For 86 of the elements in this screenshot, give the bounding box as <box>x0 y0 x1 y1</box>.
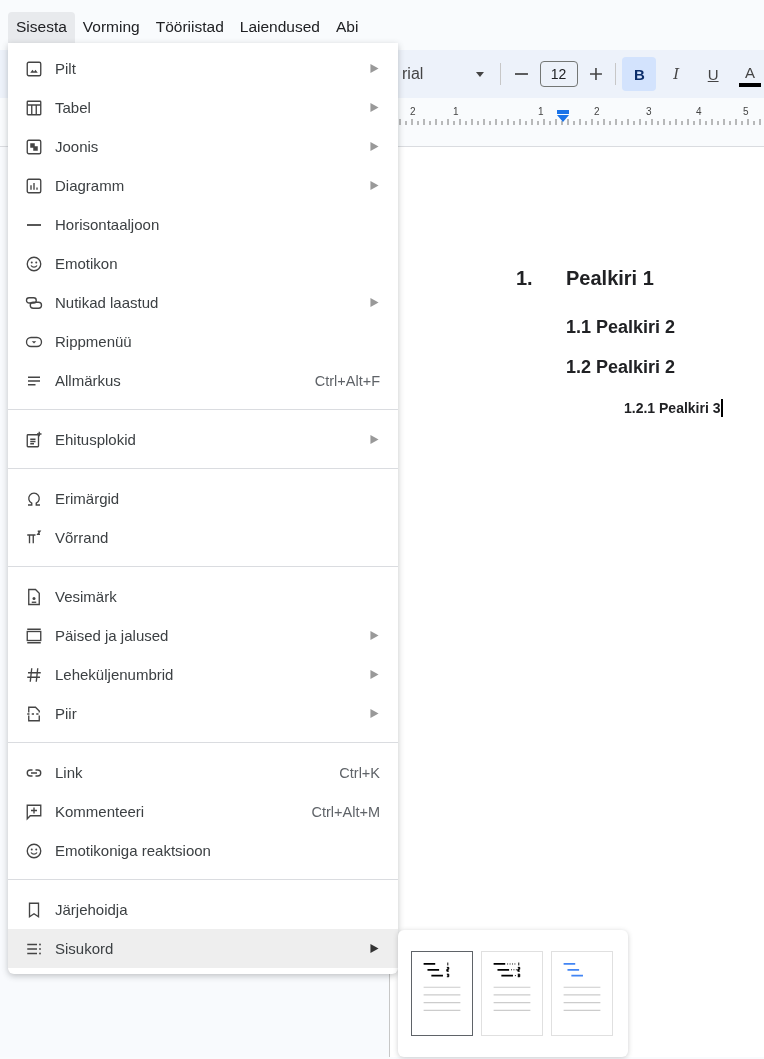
font-size-field[interactable]: 12 <box>539 61 578 87</box>
ruler-number: 1 <box>538 106 544 117</box>
menu-item[interactable]: Võrrand <box>8 518 398 557</box>
menu-item[interactable]: Allmärkus Ctrl+Alt+F <box>8 361 398 400</box>
heading-2: 1.2 Pealkiri 2 <box>566 355 677 379</box>
page-border-icon <box>25 704 43 723</box>
menu-item-label: Rippmenüü <box>55 333 133 350</box>
horizontal-line-icon <box>27 223 41 226</box>
menu-item[interactable]: Horisontaaljoon <box>8 205 398 244</box>
menu-item[interactable]: Ehitusplokid <box>8 420 398 459</box>
heading-3: 1.2.1 Pealkiri 3 <box>624 400 721 416</box>
menu-bar-item[interactable]: Vorming <box>74 12 148 43</box>
menu-item-label: Diagramm <box>55 177 126 194</box>
menu-item-label: Erimärgid <box>55 490 121 507</box>
menu-item-label: Nutikad laastud <box>55 294 160 311</box>
ruler-number: 3 <box>646 106 652 117</box>
menu-item[interactable]: Piir <box>8 694 398 733</box>
underline-button[interactable]: U <box>696 57 731 91</box>
ruler-number: 2 <box>594 106 600 117</box>
italic-button[interactable]: I <box>659 57 694 91</box>
menu-item-label: Võrrand <box>55 529 110 546</box>
header-footer-icon <box>25 626 43 645</box>
font-field[interactable]: rial <box>398 65 466 83</box>
menu-item-label: Emotikon <box>55 255 119 272</box>
shortcut-text: Ctrl+K <box>339 764 380 781</box>
menu-bar-item[interactable]: Laiendused <box>231 12 328 43</box>
ruler-number: 4 <box>696 106 702 117</box>
menu-item[interactable]: Vesimärk <box>8 577 398 616</box>
heading-1: Pealkiri 1 <box>566 267 654 290</box>
document-plus-icon <box>25 430 43 449</box>
smiley-icon <box>25 254 43 273</box>
menu-item-label: Horisontaaljoon <box>55 216 161 233</box>
ruler-number: 5 <box>743 106 749 117</box>
menu-item[interactable]: Leheküljenumbrid <box>8 655 398 694</box>
menu-item[interactable]: Nutikad laastud <box>8 283 398 322</box>
menu-item[interactable]: Pilt <box>8 49 398 88</box>
menu-item[interactable]: Emotikoniga reaktsioon <box>8 831 398 870</box>
ruler-number: 1 <box>453 106 459 117</box>
text-color-button[interactable]: A <box>739 61 761 87</box>
indent-marker-icon <box>556 110 570 122</box>
menu-item[interactable]: Emotikon <box>8 244 398 283</box>
page-stamp-icon <box>25 587 43 606</box>
comment-icon <box>25 802 43 821</box>
menu-item-label: Päised ja jalused <box>55 627 170 644</box>
shortcut-text: Ctrl+Alt+F <box>314 372 380 389</box>
menu-item[interactable]: Diagramm <box>8 166 398 205</box>
menu-item-label: Järjehoidja <box>55 901 129 918</box>
menu-item-label: Tabel <box>55 99 92 116</box>
heading-2: 1.1 Pealkiri 2 <box>566 315 677 339</box>
smiley-icon <box>25 841 43 860</box>
hash-icon <box>25 665 43 684</box>
menu-bar-item[interactable]: Abi <box>327 12 367 43</box>
table-icon <box>25 98 43 117</box>
drawing-icon <box>25 137 43 156</box>
menu-item-label: Leheküljenumbrid <box>55 666 175 683</box>
menu-item[interactable]: Erimärgid <box>8 479 398 518</box>
menu-item-label: Pilt <box>55 60 77 77</box>
menu-item-label: Allmärkus <box>55 372 122 389</box>
menu-item-label: Sisukord <box>55 940 115 957</box>
bold-button[interactable]: B <box>622 57 657 91</box>
plus-icon <box>587 66 604 82</box>
ruler-number: 2 <box>410 106 416 117</box>
shortcut-text: Ctrl+Alt+M <box>311 803 380 820</box>
toc-style-option[interactable] <box>411 951 473 1036</box>
menu-item[interactable]: Päised ja jalused <box>8 616 398 655</box>
list-number: 1. <box>516 267 534 290</box>
menu-bar-item[interactable]: Sisesta <box>8 12 75 43</box>
minus-icon <box>514 73 528 75</box>
menu-item-label: Ehitusplokid <box>55 431 137 448</box>
menu-item-label: Piir <box>55 705 78 722</box>
menu-item[interactable]: Link Ctrl+K <box>8 753 398 792</box>
menu-item[interactable]: Rippmenüü <box>8 322 398 361</box>
menu-item[interactable]: Tabel <box>8 88 398 127</box>
menu-item-label: Vesimärk <box>55 588 118 605</box>
menu-item[interactable]: Joonis <box>8 127 398 166</box>
menu-item[interactable]: Järjehoidja <box>8 890 398 929</box>
menu-bar-item[interactable]: Tööriistad <box>147 12 232 43</box>
menu-item-label: Link <box>55 764 84 781</box>
menu-item[interactable]: Kommenteeri Ctrl+Alt+M <box>8 792 398 831</box>
menu-item-label: Joonis <box>55 138 100 155</box>
chart-icon <box>25 176 43 195</box>
menu-item[interactable]: Sisukord <box>8 929 398 968</box>
menu-item-label: Kommenteeri <box>55 803 146 820</box>
text-cursor <box>720 399 723 417</box>
menu-item-label: Emotikoniga reaktsioon <box>55 842 212 859</box>
image-icon <box>25 59 43 78</box>
